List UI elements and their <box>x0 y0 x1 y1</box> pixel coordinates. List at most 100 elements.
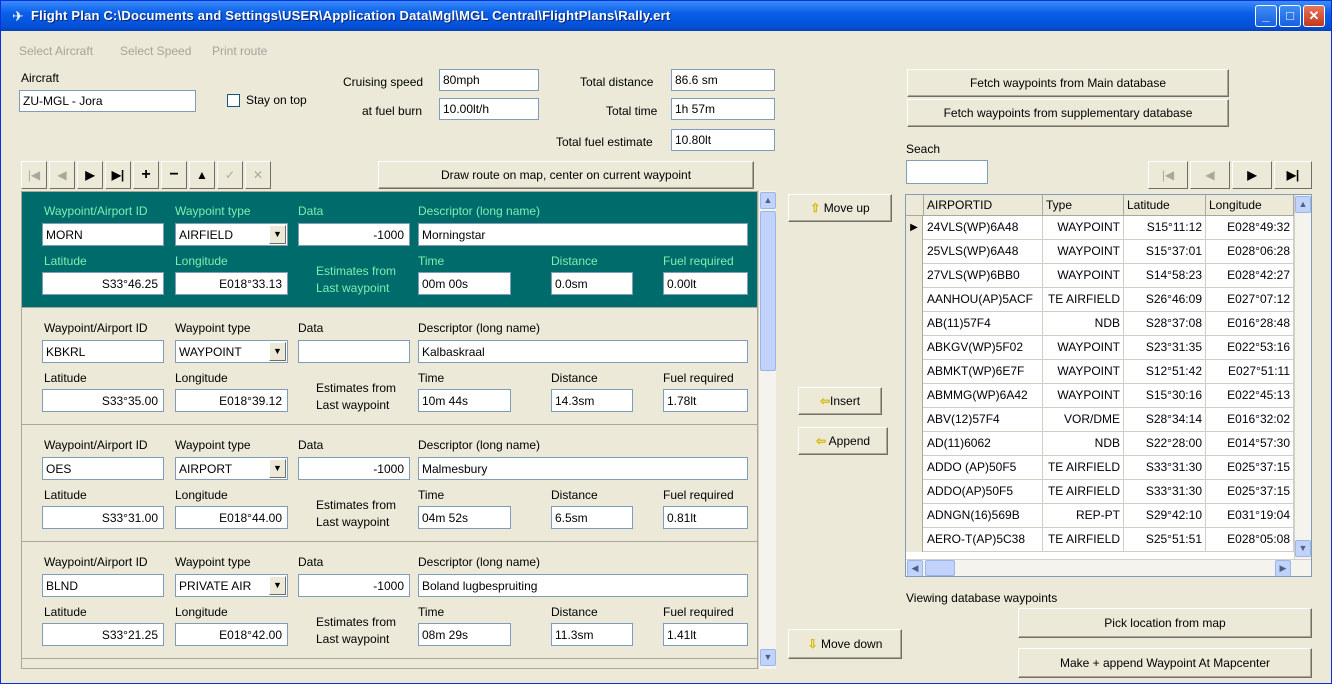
aircraft-field[interactable]: ZU-MGL - Jora <box>19 90 196 112</box>
title-bar[interactable]: ✈ Flight Plan C:\Documents and Settings\… <box>1 1 1331 31</box>
current-row-indicator-icon[interactable]: ▶ <box>906 216 923 240</box>
table-cell[interactable]: S29°42:10 <box>1124 504 1206 528</box>
table-cell[interactable]: TE AIRFIELD <box>1043 288 1124 312</box>
prior-record-icon[interactable]: ◀ <box>49 161 75 189</box>
latitude-field[interactable]: S33°35.00 <box>42 389 164 412</box>
insert-button[interactable]: ⇦Insert <box>798 387 882 415</box>
table-cell[interactable]: S22°28:00 <box>1124 432 1206 456</box>
table-row[interactable]: ▶ 24VLS(WP)6A48 WAYPOINT S15°11:12 E028°49:3… <box>906 216 1294 240</box>
table-cell[interactable]: WAYPOINT <box>1043 264 1124 288</box>
table-cell[interactable]: S26°46:09 <box>1124 288 1206 312</box>
descriptor-field[interactable]: Kalbaskraal <box>418 340 748 363</box>
pick-location-button[interactable]: Pick location from map <box>1018 608 1312 638</box>
table-cell[interactable]: TE AIRFIELD <box>1043 480 1124 504</box>
append-button[interactable]: ⇦ Append <box>798 427 888 455</box>
maximize-button[interactable]: □ <box>1279 5 1301 27</box>
post-record-icon[interactable]: ✓ <box>217 161 243 189</box>
longitude-field[interactable]: E018°44.00 <box>175 506 288 529</box>
table-cell[interactable]: 27VLS(WP)6BB0 <box>924 264 1043 288</box>
database-waypoint-grid[interactable]: AIRPORTID Type Latitude Longitude ▶ 24VLS… <box>905 194 1312 577</box>
make-append-waypoint-button[interactable]: Make + append Waypoint At Mapcenter <box>1018 648 1312 678</box>
waypoint-id-field[interactable]: MORN <box>42 223 164 246</box>
descriptor-field[interactable]: Malmesbury <box>418 457 748 480</box>
waypoint-type-select[interactable]: AIRFIELD ▼ <box>175 223 288 246</box>
table-cell[interactable]: WAYPOINT <box>1043 216 1124 240</box>
prior-record-icon[interactable]: ◀ <box>1190 161 1230 189</box>
table-cell[interactable]: TE AIRFIELD <box>1043 456 1124 480</box>
waypoint-panel[interactable]: Waypoint/Airport ID Waypoint type Data D… <box>22 543 757 659</box>
longitude-field[interactable]: E018°42.00 <box>175 623 288 646</box>
cancel-record-icon[interactable]: ✕ <box>245 161 271 189</box>
table-cell[interactable]: NDB <box>1043 432 1124 456</box>
row-indicator[interactable] <box>906 480 923 504</box>
table-cell[interactable]: S15°37:01 <box>1124 240 1206 264</box>
waypoint-type-select[interactable]: AIRPORT ▼ <box>175 457 288 480</box>
table-row[interactable]: AD(11)6062 NDB S22°28:00 E014°57:30 <box>906 432 1294 456</box>
longitude-field[interactable]: E018°33.13 <box>175 272 288 295</box>
row-indicator[interactable] <box>906 528 923 552</box>
table-cell[interactable]: 24VLS(WP)6A48 <box>924 216 1043 240</box>
row-indicator[interactable] <box>906 240 923 264</box>
data-field[interactable]: -1000 <box>298 457 410 480</box>
table-cell[interactable]: ADNGN(16)569B <box>924 504 1043 528</box>
delete-record-icon[interactable]: − <box>161 161 187 189</box>
descriptor-field[interactable]: Morningstar <box>418 223 748 246</box>
data-field[interactable]: -1000 <box>298 574 410 597</box>
table-cell[interactable]: E022°45:13 <box>1206 384 1294 408</box>
table-cell[interactable]: E027°07:12 <box>1206 288 1294 312</box>
table-row[interactable]: AERO-T(AP)5C38 TE AIRFIELD S25°51:51 E028°0… <box>906 528 1294 552</box>
scroll-up-icon[interactable]: ▲ <box>760 192 776 209</box>
table-cell[interactable]: S33°31:30 <box>1124 456 1206 480</box>
insert-record-icon[interactable]: + <box>133 161 159 189</box>
column-header-type[interactable]: Type <box>1043 195 1124 216</box>
row-indicator[interactable] <box>906 288 923 312</box>
waypoint-panel[interactable]: Waypoint/Airport ID Waypoint type Data D… <box>22 426 757 542</box>
table-cell[interactable]: S25°51:51 <box>1124 528 1206 552</box>
move-up-button[interactable]: ⇧ Move up <box>788 194 892 222</box>
first-record-icon[interactable]: |◀ <box>1148 161 1188 189</box>
scroll-thumb[interactable] <box>760 211 776 371</box>
cruising-speed-field[interactable]: 80mph <box>439 69 539 91</box>
latitude-field[interactable]: S33°21.25 <box>42 623 164 646</box>
table-cell[interactable]: ADDO (AP)50F5 <box>924 456 1043 480</box>
table-cell[interactable]: S28°34:14 <box>1124 408 1206 432</box>
data-field[interactable]: -1000 <box>298 223 410 246</box>
table-cell[interactable]: WAYPOINT <box>1043 360 1124 384</box>
table-cell[interactable]: S15°11:12 <box>1124 216 1206 240</box>
table-row[interactable]: 27VLS(WP)6BB0 WAYPOINT S14°58:23 E028°42:27 <box>906 264 1294 288</box>
table-cell[interactable]: S33°31:30 <box>1124 480 1206 504</box>
row-indicator[interactable] <box>906 336 923 360</box>
table-row[interactable]: 25VLS(WP)6A48 WAYPOINT S15°37:01 E028°06:28 <box>906 240 1294 264</box>
table-cell[interactable]: NDB <box>1043 312 1124 336</box>
waypoint-type-select[interactable]: PRIVATE AIR ▼ <box>175 574 288 597</box>
table-cell[interactable]: REP-PT <box>1043 504 1124 528</box>
waypoint-panel[interactable]: Waypoint/Airport ID Waypoint type Data D… <box>22 192 757 308</box>
table-cell[interactable]: E028°06:28 <box>1206 240 1294 264</box>
table-cell[interactable]: E022°53:16 <box>1206 336 1294 360</box>
row-indicator[interactable] <box>906 264 923 288</box>
menu-select-speed[interactable]: Select Speed <box>120 44 191 58</box>
table-row[interactable]: AB(11)57F4 NDB S28°37:08 E016°28:48 <box>906 312 1294 336</box>
fetch-supplementary-db-button[interactable]: Fetch waypoints from supplementary datab… <box>907 99 1229 127</box>
scroll-left-icon[interactable]: ◀ <box>907 560 923 576</box>
edit-record-icon[interactable]: ▲ <box>189 161 215 189</box>
chevron-down-icon[interactable]: ▼ <box>269 576 286 595</box>
latitude-field[interactable]: S33°31.00 <box>42 506 164 529</box>
next-record-icon[interactable]: ▶ <box>1232 161 1272 189</box>
table-cell[interactable]: ABKGV(WP)5F02 <box>924 336 1043 360</box>
waypoint-id-field[interactable]: OES <box>42 457 164 480</box>
table-row[interactable]: ABMMG(WP)6A42 WAYPOINT S15°30:16 E022°45:13 <box>906 384 1294 408</box>
table-cell[interactable]: AERO-T(AP)5C38 <box>924 528 1043 552</box>
table-cell[interactable]: VOR/DME <box>1043 408 1124 432</box>
table-cell[interactable]: E025°37:15 <box>1206 480 1294 504</box>
column-header-airportid[interactable]: AIRPORTID <box>924 195 1043 216</box>
chevron-down-icon[interactable]: ▼ <box>269 225 286 244</box>
first-record-icon[interactable]: |◀ <box>21 161 47 189</box>
row-indicator[interactable] <box>906 312 923 336</box>
table-cell[interactable]: ABMKT(WP)6E7F <box>924 360 1043 384</box>
fetch-main-db-button[interactable]: Fetch waypoints from Main database <box>907 69 1229 97</box>
table-cell[interactable]: S28°37:08 <box>1124 312 1206 336</box>
chevron-down-icon[interactable]: ▼ <box>269 459 286 478</box>
table-cell[interactable]: S12°51:42 <box>1124 360 1206 384</box>
table-cell[interactable]: E014°57:30 <box>1206 432 1294 456</box>
